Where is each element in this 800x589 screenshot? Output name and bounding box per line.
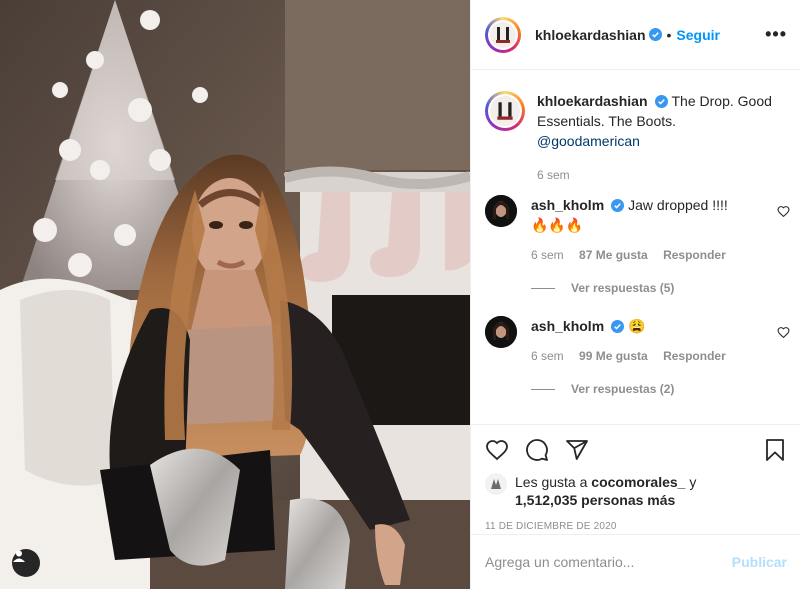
- comment-username[interactable]: ash_kholm: [531, 197, 604, 213]
- liker-avatar[interactable]: [485, 473, 507, 495]
- caption-avatar[interactable]: [485, 91, 525, 131]
- caption-avatar-image: [497, 102, 513, 120]
- likes-count-link[interactable]: 1,512,035 personas más: [515, 492, 675, 508]
- owner-avatar-image: [496, 26, 510, 43]
- verified-badge-icon: [611, 320, 625, 333]
- post-modal: khloekardashian • Seguir ••• khloekardas…: [0, 0, 800, 589]
- reply-button[interactable]: Responder: [663, 349, 726, 363]
- commenter-avatar-image: [485, 195, 517, 227]
- paper-plane-icon: [566, 440, 588, 460]
- add-comment-bar: Publicar: [471, 534, 800, 589]
- commenter-avatar[interactable]: [485, 316, 517, 348]
- liker-avatar-image: [485, 473, 507, 495]
- view-replies-label: Ver respuestas (2): [571, 382, 675, 396]
- replies-divider-line: [531, 388, 555, 390]
- verified-badge-icon: [611, 199, 625, 212]
- follow-button[interactable]: Seguir: [676, 27, 720, 43]
- comment-like-heart-icon[interactable]: [777, 205, 790, 218]
- view-replies-label: Ver respuestas (5): [571, 281, 675, 295]
- reply-button[interactable]: Responder: [663, 248, 726, 262]
- comment-item: ash_kholm 😩 6 sem 99 Me gusta Responder V…: [485, 316, 790, 396]
- first-liker-username[interactable]: cocomorales_: [591, 474, 685, 490]
- tag-people-button[interactable]: [12, 549, 40, 577]
- likes-summary: Les gusta a cocomorales_ y 1,512,035 per…: [485, 473, 787, 509]
- photo-illustration: [0, 0, 470, 589]
- commenter-avatar-image: [485, 316, 517, 348]
- comment-text: Jaw dropped !!!!: [628, 197, 728, 213]
- comment-likes[interactable]: 87 Me gusta: [579, 248, 648, 262]
- comments-scroll[interactable]: khloekardashian The Drop. Good Essentials…: [471, 71, 800, 423]
- user-tag-icon: [13, 550, 25, 562]
- commenter-avatar[interactable]: [485, 195, 517, 227]
- post-date[interactable]: 11 DE DICIEMBRE DE 2020: [485, 521, 787, 532]
- view-replies-button[interactable]: Ver respuestas (2): [531, 382, 790, 396]
- save-button[interactable]: [763, 438, 787, 462]
- verified-badge-icon: [654, 95, 668, 108]
- comment-emoji: 😩: [628, 318, 646, 334]
- caption-username[interactable]: khloekardashian: [537, 93, 648, 109]
- heart-icon: [486, 440, 508, 461]
- comment-like-heart-icon[interactable]: [777, 326, 790, 339]
- verified-badge-icon: [648, 28, 662, 41]
- more-options-button[interactable]: •••: [765, 24, 787, 45]
- comment-emoji: 🔥🔥🔥: [531, 217, 584, 233]
- separator-dot: •: [666, 26, 672, 43]
- comment-input[interactable]: [485, 554, 732, 570]
- like-button[interactable]: [485, 438, 509, 462]
- post-photo[interactable]: [0, 0, 470, 589]
- bookmark-icon: [766, 439, 784, 461]
- owner-avatar[interactable]: [485, 16, 521, 53]
- post-actions: Les gusta a cocomorales_ y 1,512,035 per…: [471, 424, 800, 532]
- post-header: khloekardashian • Seguir •••: [471, 0, 800, 70]
- comment-item: ash_kholm Jaw dropped !!!! 🔥🔥🔥 6 sem 87 M…: [485, 195, 790, 295]
- comment-button[interactable]: [525, 438, 549, 462]
- caption-time[interactable]: 6 sem: [537, 168, 570, 182]
- replies-divider-line: [531, 287, 555, 289]
- view-replies-button[interactable]: Ver respuestas (5): [531, 281, 790, 295]
- caption-mention-link[interactable]: @goodamerican: [537, 133, 640, 149]
- comment-username[interactable]: ash_kholm: [531, 318, 604, 334]
- comment-icon: [526, 439, 548, 461]
- owner-username[interactable]: khloekardashian: [535, 27, 646, 43]
- publish-button[interactable]: Publicar: [732, 554, 787, 570]
- share-button[interactable]: [565, 438, 589, 462]
- post-side-panel: khloekardashian • Seguir ••• khloekardas…: [470, 0, 800, 589]
- comment-time[interactable]: 6 sem: [531, 248, 564, 262]
- comment-likes[interactable]: 99 Me gusta: [579, 349, 648, 363]
- comment-time[interactable]: 6 sem: [531, 349, 564, 363]
- likes-prefix: Les gusta a: [515, 474, 588, 490]
- caption: khloekardashian The Drop. Good Essentials…: [485, 91, 790, 185]
- likes-connector: y: [689, 474, 697, 490]
